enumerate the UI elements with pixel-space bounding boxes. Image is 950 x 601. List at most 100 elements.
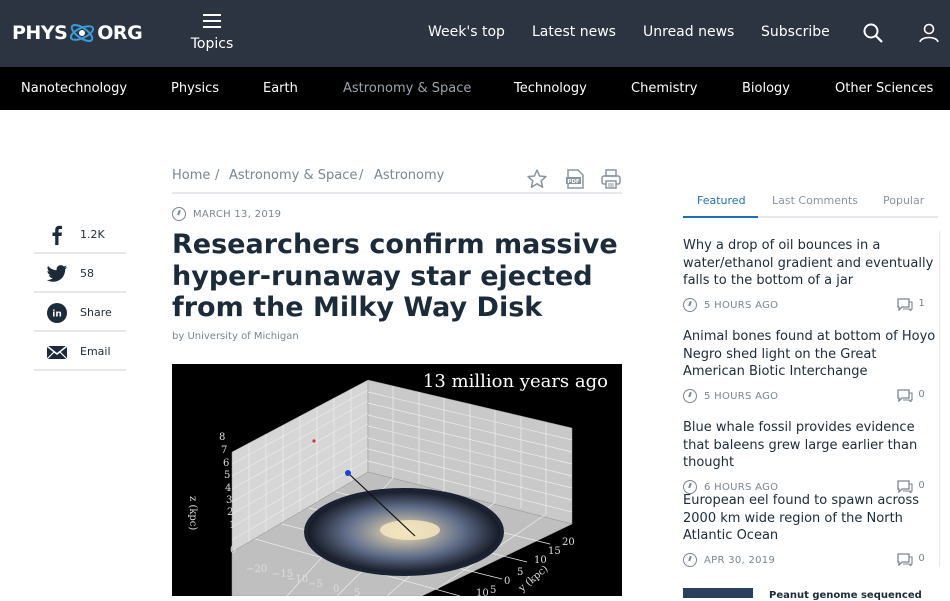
z-axis-label: z (kpc) bbox=[187, 496, 198, 530]
topics-menu-button[interactable]: Topics bbox=[188, 12, 236, 52]
logo-text-left: PHYS bbox=[12, 22, 68, 44]
z-tick-label: 2 bbox=[227, 507, 233, 518]
comment-icon bbox=[897, 388, 913, 403]
list-item-time: 6 HOURS AGO bbox=[704, 481, 779, 493]
article-title-line: hyper-runaway star ejected bbox=[172, 260, 593, 292]
z-tick-label: 6 bbox=[223, 458, 229, 469]
breadcrumb-separator: / bbox=[359, 168, 364, 183]
clock-icon bbox=[683, 552, 697, 567]
tab-featured[interactable]: Featured bbox=[697, 194, 746, 207]
y-tick-label: 5 bbox=[490, 585, 496, 596]
breadcrumb-astronomy[interactable]: Astronomy bbox=[374, 168, 444, 183]
category-nanotechnology[interactable]: Nanotechnology bbox=[21, 81, 127, 96]
twitter-icon bbox=[46, 264, 68, 284]
category-other-sciences[interactable]: Other Sciences bbox=[835, 81, 933, 96]
y-tick-label: 10 bbox=[534, 555, 547, 566]
list-item-time: APR 30, 2019 bbox=[704, 554, 776, 566]
category-earth[interactable]: Earth bbox=[263, 81, 298, 96]
galaxy-plot-image: 13 million years ago 8 7 6 5 4 3 2 1 0 −… bbox=[187, 371, 608, 596]
comment-count: 0 bbox=[918, 388, 925, 400]
category-astronomy-space[interactable]: Astronomy & Space bbox=[343, 81, 471, 96]
figure-time-label: 13 million years ago bbox=[423, 371, 608, 392]
category-bar: Nanotechnology Physics Earth Astronomy &… bbox=[0, 67, 950, 110]
tab-last-comments[interactable]: Last Comments bbox=[772, 194, 858, 207]
x-tick-label: −10 bbox=[287, 574, 308, 585]
article-byline[interactable]: by University of Michigan bbox=[172, 331, 299, 342]
tab-popular[interactable]: Popular bbox=[883, 194, 924, 207]
z-tick-label: 3 bbox=[226, 495, 232, 506]
category-biology[interactable]: Biology bbox=[742, 81, 790, 96]
clock-icon bbox=[172, 207, 186, 221]
list-item-time: 5 HOURS AGO bbox=[704, 390, 779, 402]
email-share-label: Email bbox=[80, 345, 111, 358]
list-item-thumbnail bbox=[683, 588, 753, 598]
linkedin-share-label: Share bbox=[80, 306, 112, 319]
comment-icon bbox=[897, 552, 913, 567]
atom-logo-icon bbox=[68, 20, 96, 46]
comment-icon bbox=[897, 297, 913, 312]
article-figure[interactable]: 13 million years ago 8 7 6 5 4 3 2 1 0 −… bbox=[172, 364, 622, 596]
twitter-share-count: 58 bbox=[80, 267, 94, 280]
nav-latest-news[interactable]: Latest news bbox=[532, 24, 616, 40]
print-icon[interactable] bbox=[600, 168, 622, 190]
article-title: Researchers confirm massive hyper-runawa… bbox=[172, 229, 627, 324]
article-title-line: from the Milky Way Disk bbox=[172, 292, 543, 323]
list-item-title[interactable]: Animal bones found at bottom of Hoyo Neg… bbox=[683, 328, 939, 381]
active-tab-indicator bbox=[683, 216, 758, 218]
z-tick-label: 7 bbox=[221, 445, 227, 456]
search-icon[interactable] bbox=[862, 22, 884, 44]
breadcrumb: Home / Astronomy & Space / Astronomy PDF bbox=[172, 166, 622, 194]
x-tick-label: −20 bbox=[246, 564, 267, 575]
list-item-time: 5 HOURS AGO bbox=[704, 299, 779, 311]
comment-count: 1 bbox=[918, 297, 925, 309]
nav-weeks-top[interactable]: Week's top bbox=[428, 24, 505, 40]
list-item-title[interactable]: Why a drop of oil bounces in a water/eth… bbox=[683, 237, 939, 290]
category-physics[interactable]: Physics bbox=[171, 81, 219, 96]
category-chemistry[interactable]: Chemistry bbox=[631, 81, 698, 96]
breadcrumb-separator: / bbox=[215, 168, 220, 183]
share-facebook[interactable]: 1.2K bbox=[34, 215, 126, 254]
list-item[interactable]: European eel found to spawn across 2000 … bbox=[683, 492, 939, 567]
z-tick-label: 5 bbox=[224, 470, 230, 481]
breadcrumb-home[interactable]: Home bbox=[172, 168, 210, 183]
article-date: MARCH 13, 2019 bbox=[172, 207, 281, 221]
y-tick-label: 15 bbox=[548, 546, 561, 557]
nav-subscribe[interactable]: Subscribe bbox=[761, 24, 830, 40]
share-email[interactable]: Email bbox=[34, 332, 126, 371]
svg-text:PDF: PDF bbox=[567, 179, 580, 185]
list-item[interactable]: Why a drop of oil bounces in a water/eth… bbox=[683, 237, 939, 314]
y-tick-label: 5 bbox=[517, 567, 523, 578]
list-item[interactable]: Blue whale fossil provides evidence that… bbox=[683, 419, 939, 496]
user-icon[interactable] bbox=[918, 22, 940, 44]
pdf-icon[interactable]: PDF bbox=[564, 168, 586, 190]
email-icon bbox=[46, 342, 68, 362]
share-linkedin[interactable]: in Share bbox=[34, 293, 126, 332]
nav-unread-news[interactable]: Unread news bbox=[643, 24, 734, 40]
z-tick-label: 0 bbox=[230, 545, 236, 556]
svg-text:in: in bbox=[52, 310, 62, 320]
share-twitter[interactable]: 58 bbox=[34, 254, 126, 293]
topics-label: Topics bbox=[190, 36, 234, 52]
clock-icon bbox=[683, 388, 697, 403]
y-tick-label: 10 bbox=[476, 588, 489, 596]
z-tick-label: 4 bbox=[225, 483, 231, 494]
logo-text-right: ORG bbox=[97, 22, 143, 44]
star-icon[interactable] bbox=[526, 168, 548, 190]
category-technology[interactable]: Technology bbox=[514, 81, 587, 96]
list-item[interactable]: Animal bones found at bottom of Hoyo Neg… bbox=[683, 328, 939, 405]
featured-list: Why a drop of oil bounces in a water/eth… bbox=[683, 231, 940, 567]
linkedin-icon: in bbox=[46, 303, 68, 323]
list-item-title[interactable]: European eel found to spawn across 2000 … bbox=[683, 492, 939, 545]
comment-count: 0 bbox=[918, 552, 925, 564]
z-tick-label: 8 bbox=[219, 432, 225, 443]
y-tick-label: 20 bbox=[562, 537, 575, 548]
list-item-title[interactable]: Blue whale fossil provides evidence that… bbox=[683, 419, 939, 472]
x-tick-label: 0 bbox=[333, 584, 339, 595]
article-date-text: MARCH 13, 2019 bbox=[193, 209, 282, 220]
facebook-share-count: 1.2K bbox=[80, 228, 105, 241]
breadcrumb-astronomy-space[interactable]: Astronomy & Space bbox=[229, 168, 357, 183]
z-tick-label: 1 bbox=[229, 520, 235, 531]
comment-count: 0 bbox=[918, 479, 925, 491]
facebook-icon bbox=[46, 225, 68, 245]
site-logo[interactable]: PHYS ORG bbox=[12, 20, 143, 46]
